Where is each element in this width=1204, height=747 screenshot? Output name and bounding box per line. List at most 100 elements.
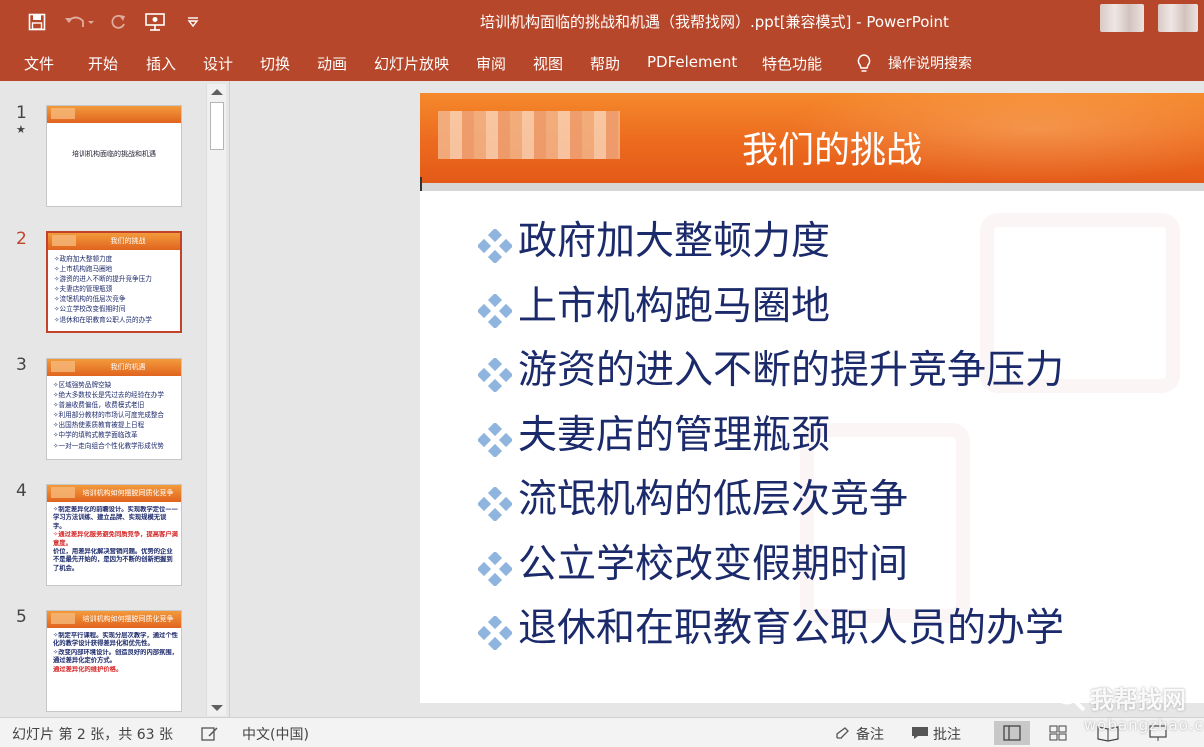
- tab-file[interactable]: 文件: [24, 53, 54, 74]
- slide-sorter-button[interactable]: [1040, 721, 1076, 745]
- bullet-item: 夫妻店的管理瓶颈: [478, 411, 1064, 476]
- slide-thumbnail-4[interactable]: 培训机构如何摆脱同质化竞争 ✧制定差异化的前瞻设计。实现教学定位——学习方法训练…: [46, 484, 182, 586]
- thumb-title: 培训机构如何摆脱同质化竞争: [82, 489, 174, 497]
- logo: [52, 235, 76, 246]
- animation-star-icon: ★: [16, 123, 26, 136]
- slide-edge-mark: [420, 177, 422, 191]
- diamond-bullet-icon: [478, 422, 512, 457]
- customize-icon[interactable]: [180, 10, 206, 34]
- bullet-item: 游资的进入不断的提升竞争压力: [478, 346, 1064, 411]
- thumb-bullet: 通过差异化的维护价格。: [53, 665, 123, 673]
- thumb-title: 培训机构面临的挑战和机遇: [72, 150, 156, 158]
- thumb-bullet: ✧制定平行课程。实现分层次教学，通过个性化的教学设计获得差异化和优先性。: [53, 632, 178, 648]
- tab-help[interactable]: 帮助: [590, 53, 620, 74]
- comment-icon: [912, 727, 928, 739]
- thumb-header: [47, 106, 181, 123]
- thumb-header: 我们的挑战: [48, 233, 180, 250]
- slide-title[interactable]: 我们的挑战: [742, 121, 922, 173]
- logo: [51, 613, 75, 624]
- tab-pdfelement[interactable]: PDFelement: [647, 53, 737, 71]
- thumb-header: 我们的机遇: [47, 359, 181, 376]
- thumb-title: 培训机构如何摆脱同质化竞争: [82, 615, 174, 623]
- tab-review[interactable]: 审阅: [476, 53, 506, 74]
- tell-me-search[interactable]: 操作说明搜索: [888, 53, 972, 73]
- header-divider: [420, 183, 1204, 191]
- scroll-thumb[interactable]: [210, 102, 224, 150]
- thumb-bullets: ✧制定平行课程。实现分层次教学，通过个性化的教学设计获得差异化和优先性。 ✧改变…: [53, 632, 178, 674]
- tab-transitions[interactable]: 切换: [260, 53, 290, 74]
- save-icon[interactable]: [24, 10, 50, 34]
- slide-thumbnail-3[interactable]: 我们的机遇 ✧区域强势品牌空缺 ✧绝大多数校长是凭过去的经验在办学 ✧普遍收费偏…: [46, 358, 182, 460]
- slide-thumbnail-1[interactable]: 培训机构面临的挑战和机遇: [46, 105, 182, 207]
- bullet-item: 公立学校改变假期时间: [478, 540, 1064, 605]
- status-bar: 幻灯片 第 2 张，共 63 张 中文(中国) 备注 批注: [0, 717, 1204, 747]
- language-indicator[interactable]: 中文(中国): [242, 724, 309, 744]
- thumb-bullet: ✧上市机构跑马圈地: [54, 265, 113, 274]
- diamond-bullet-icon: [478, 616, 512, 650]
- spell-check-icon[interactable]: [200, 726, 220, 742]
- thumbnail-scrollbar[interactable]: [206, 84, 226, 716]
- diamond-bullet-icon: [478, 551, 512, 586]
- thumb-bullet: ✧夫妻店的管理瓶颈: [54, 285, 113, 294]
- thumb-header: 培训机构如何摆脱同质化竞争: [47, 485, 181, 502]
- scroll-down-icon[interactable]: [211, 705, 223, 711]
- thumb-bullet: ✧流氓机构的低层次竞争: [54, 295, 126, 304]
- normal-view-button[interactable]: [994, 721, 1030, 745]
- thumb-bullet: ✧中学的填鸭式教学面临改革: [53, 431, 138, 440]
- account-area[interactable]: [1100, 4, 1144, 32]
- thumb-bullet: ✧一对一走向组合个性化教学形成优势: [53, 441, 165, 450]
- redo-icon[interactable]: [105, 10, 131, 34]
- slideshow-view-button[interactable]: [1140, 721, 1176, 745]
- tab-home[interactable]: 开始: [88, 53, 118, 74]
- thumb-header: 培训机构如何摆脱同质化竞争: [47, 611, 181, 628]
- thumb-bullet: ✧绝大多数校长是凭过去的经验在办学: [53, 391, 165, 400]
- tab-features[interactable]: 特色功能: [762, 53, 822, 74]
- slide-bullet-list[interactable]: 政府加大整顿力度 上市机构跑马圈地 游资的进入不断的提升竞争压力 夫妻店的管理瓶…: [478, 217, 1064, 669]
- thumb-bullet: ✧通过差异化服务避免同质竞争，提高客户满意度。: [53, 531, 178, 547]
- slide-thumbnail-5[interactable]: 培训机构如何摆脱同质化竞争 ✧制定平行课程。实现分层次教学，通过个性化的教学设计…: [46, 610, 182, 712]
- slide-number: 3: [16, 355, 27, 375]
- diamond-bullet-icon: [478, 487, 512, 521]
- bullet-item: 政府加大整顿力度: [478, 217, 1064, 282]
- thumb-bullet: ✧游资的进入不断的提升竞争压力: [54, 275, 152, 284]
- thumb-title: 我们的挑战: [110, 237, 146, 245]
- slide-thumbnail-2[interactable]: 我们的挑战 ✧政府加大整顿力度 ✧上市机构跑马圈地 ✧游资的进入不断的提升竞争压…: [46, 231, 182, 333]
- ribbon-tabs: 文件 开始 插入 设计 切换 动画 幻灯片放映 审阅 视图 帮助 PDFelem…: [0, 44, 1204, 81]
- undo-icon[interactable]: [62, 10, 96, 34]
- current-slide[interactable]: 我们的挑战 政府加大整顿力度 上市机构跑马圈地 游资的进入不断的提升竞争压力 夫…: [420, 93, 1204, 703]
- diamond-bullet-icon: [478, 293, 512, 328]
- thumb-bullet: ✧公立学校改变假期时间: [54, 305, 126, 314]
- notes-button[interactable]: 备注: [856, 724, 884, 744]
- diamond-bullet-icon: [478, 358, 512, 392]
- comments-button[interactable]: 批注: [933, 724, 961, 744]
- slide-thumbnail-pane: 1 ★ 培训机构面临的挑战和机遇 2 我们的挑战 ✧政府加大整顿力度 ✧上市机构…: [0, 81, 230, 717]
- tab-slideshow[interactable]: 幻灯片放映: [374, 53, 449, 74]
- thumb-bullet: ✧退休和在职教育公职人员的办学: [54, 315, 152, 324]
- logo: [51, 361, 75, 372]
- thumb-bullet: ✧普遍收费偏低，收费模式老旧: [53, 401, 145, 410]
- slide-counter: 幻灯片 第 2 张，共 63 张: [12, 727, 173, 743]
- thumb-bullets: ✧制定差异化的前瞻设计。实现教学定位——学习方法训练、建立品牌、实现规模无误字。…: [53, 506, 178, 573]
- window-controls[interactable]: [1158, 4, 1198, 32]
- slide-number: 2: [16, 229, 27, 249]
- tab-view[interactable]: 视图: [533, 53, 563, 74]
- lightbulb-icon: [857, 54, 871, 72]
- thumb-bullet: ✧制定差异化的前瞻设计。实现教学定位——学习方法训练、建立品牌、实现规模无误字。: [53, 506, 178, 530]
- tab-insert[interactable]: 插入: [146, 53, 176, 74]
- tab-design[interactable]: 设计: [203, 53, 233, 74]
- scroll-up-icon[interactable]: [211, 89, 223, 95]
- bullet-item: 流氓机构的低层次竞争: [478, 475, 1064, 540]
- logo: [51, 108, 75, 119]
- title-bar: 培训机构面临的挑战和机遇（我帮找网）.ppt[兼容模式] - PowerPoin…: [0, 0, 1204, 44]
- blurred-logo: [438, 111, 620, 159]
- thumb-bullet: ✧出国热使素质教育被提上日程: [53, 421, 145, 430]
- thumb-bullet: ✧政府加大整顿力度: [54, 255, 113, 263]
- slide-number: 5: [16, 607, 27, 627]
- thumb-bullets: ✧区域强势品牌空缺 ✧绝大多数校长是凭过去的经验在办学 ✧普遍收费偏低，收费模式…: [53, 380, 178, 451]
- tab-animations[interactable]: 动画: [317, 53, 347, 74]
- thumb-bullet: ✧区域强势品牌空缺: [53, 381, 112, 389]
- present-from-start-icon[interactable]: [142, 10, 168, 34]
- reading-view-icon: [1097, 726, 1119, 742]
- slide-number: 4: [16, 481, 27, 501]
- reading-view-button[interactable]: [1090, 721, 1126, 745]
